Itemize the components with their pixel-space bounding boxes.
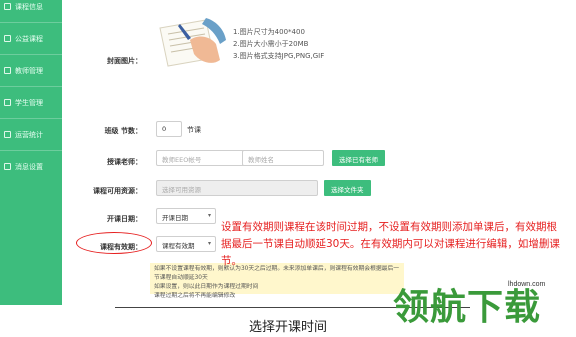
start-date-label: 开课日期： — [107, 215, 142, 223]
resource-label: 课程可用资源： — [93, 187, 142, 195]
cover-tips: 1.图片尺寸为400*400 2.图片大小需小于20MB 3.图片格式支持JPG… — [233, 26, 324, 62]
start-date-select[interactable]: 开课日期 ▾ — [156, 208, 216, 224]
annotation-note: 设置有效期则课程在该时间过期，不设置有效期则添加单课后，有效期根据最后一节课自动… — [221, 221, 560, 267]
sidebar-item-public-course[interactable]: 公益课程 — [0, 22, 62, 54]
sidebar-item-label: 学生管理 — [15, 98, 43, 107]
classes-label: 班级 节数： — [104, 127, 142, 135]
sidebar-item-label: 教师管理 — [15, 66, 43, 75]
cover-label: 封面图片： — [107, 57, 142, 65]
resource-input[interactable]: 选择可用资源 — [156, 180, 318, 196]
sidebar-item-stats[interactable]: 运营统计 — [0, 118, 62, 150]
warning-line: 如果设置，则以此日期作为课程过期时间 — [154, 284, 259, 290]
start-date-value: 开课日期 — [162, 214, 188, 222]
cover-tip: 2.图片大小需小于20MB — [233, 40, 309, 48]
validity-value: 课程有效期 — [162, 242, 195, 250]
message-icon — [4, 163, 11, 170]
sidebar-item-course-info[interactable]: 课程信息 — [0, 0, 62, 22]
chevron-down-icon: ▾ — [207, 212, 211, 219]
cover-image[interactable] — [154, 10, 228, 76]
cover-tip: 3.图片格式支持JPG,PNG,GIF — [233, 52, 325, 60]
teacher-label: 授课老师： — [107, 158, 142, 166]
book-icon — [4, 35, 11, 42]
select-teacher-button[interactable]: 选择已有老师 — [332, 150, 385, 166]
cover-illustration — [154, 10, 228, 76]
chevron-down-icon: ▾ — [207, 240, 211, 247]
sidebar-item-label: 课程信息 — [15, 2, 43, 11]
doc-icon — [4, 3, 11, 10]
classes-unit: 节课 — [187, 126, 201, 134]
highlight-circle — [76, 232, 152, 254]
sidebar-item-teachers[interactable]: 教师管理 — [0, 54, 62, 86]
sidebar-item-label: 运营统计 — [15, 130, 43, 139]
screenshot-frame: 课程信息 公益课程 教师管理 学生管理 运营统计 消息设置 封面图片： 1.图片… — [0, 0, 576, 337]
sidebar-item-students[interactable]: 学生管理 — [0, 86, 62, 118]
classes-input[interactable]: 0 — [156, 121, 182, 137]
chart-icon — [4, 131, 11, 138]
select-folder-button[interactable]: 选择文件夹 — [324, 180, 371, 196]
validity-select[interactable]: 课程有效期 ▾ — [156, 236, 216, 252]
cover-tip: 1.图片尺寸为400*400 — [233, 28, 305, 36]
sidebar-item-label: 消息设置 — [15, 162, 43, 171]
teacher-icon — [4, 67, 11, 74]
student-icon — [4, 99, 11, 106]
teacher-name-input[interactable]: 教师姓名 — [242, 150, 324, 166]
sidebar-item-label: 公益课程 — [15, 34, 43, 43]
watermark-url: lhdown.com — [508, 281, 546, 288]
sidebar-item-messages[interactable]: 消息设置 — [0, 150, 62, 182]
warning-line: 课程过期之后将不再能编辑修改 — [154, 293, 236, 299]
sidebar: 课程信息 公益课程 教师管理 学生管理 运营统计 消息设置 — [0, 0, 62, 305]
